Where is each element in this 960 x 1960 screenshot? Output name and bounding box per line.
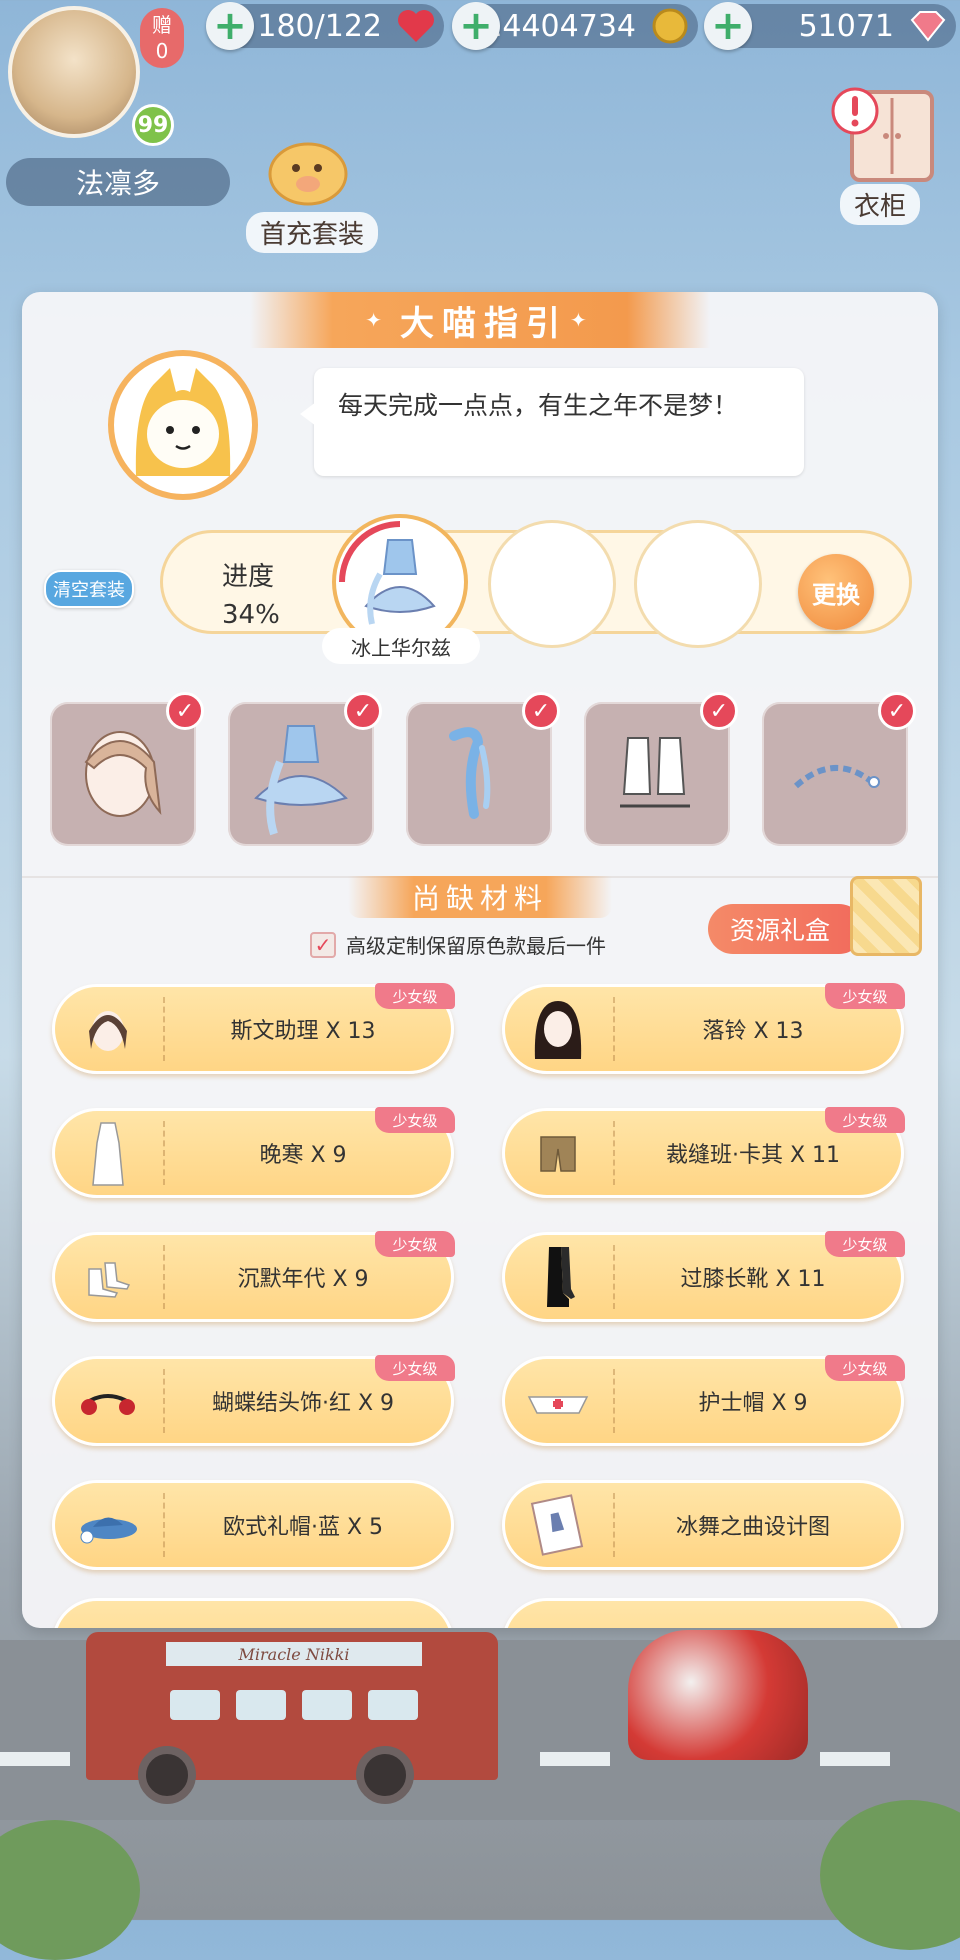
diamond-value: 51071	[798, 8, 894, 44]
gold-value: 14404734	[483, 8, 636, 44]
bus-wheel	[138, 1746, 196, 1804]
suit-slot-empty-1[interactable]	[488, 520, 616, 648]
piece-card-dress[interactable]: ✓	[228, 692, 382, 846]
bush	[820, 1800, 960, 1950]
title-decor-right: ✦	[570, 308, 595, 332]
heart-icon	[398, 10, 434, 42]
lane-marking	[0, 1752, 70, 1766]
rarity-tag: 少女级	[825, 1231, 905, 1257]
hat-icon	[80, 1517, 137, 1544]
rarity-tag: 少女级	[825, 1355, 905, 1381]
nurse-cap-icon	[527, 1396, 589, 1414]
cat-mascot-icon	[135, 368, 231, 476]
bus-window	[170, 1690, 220, 1720]
piece-card-accessory[interactable]: ✓	[762, 692, 916, 846]
material-card[interactable]: 晚寒 X 9 少女级	[52, 1107, 455, 1198]
title-decor-left: ✦	[365, 308, 390, 332]
player-name[interactable]: 法凛多	[6, 158, 230, 206]
add-gold-button[interactable]: +	[452, 2, 500, 50]
bow-headpiece-icon	[81, 1394, 135, 1415]
dialog-title-text: 大喵指引	[400, 303, 568, 344]
ballet-dress-icon	[339, 521, 436, 625]
progress-label: 进度	[222, 562, 275, 592]
rarity-tag: 少女级	[825, 983, 905, 1009]
material-card[interactable]: 沉默年代 X 9 少女级	[52, 1231, 455, 1322]
material-card[interactable]: 冰舞之曲设计图	[502, 1480, 904, 1570]
piece-owned-check: ✓	[166, 692, 204, 730]
resource-gift-button[interactable]: 资源礼盒	[708, 904, 864, 954]
material-label: 冰舞之曲设计图	[675, 1515, 830, 1540]
rarity-tag: 少女级	[825, 1107, 905, 1133]
rarity-tag: 少女级	[375, 1231, 455, 1257]
gift-count-badge[interactable]: 赠 0	[140, 8, 184, 68]
lion-dance-costume	[628, 1630, 808, 1760]
bus-wheel	[356, 1746, 414, 1804]
lane-marking	[540, 1752, 610, 1766]
guide-cat-avatar	[108, 350, 258, 500]
gold-coin-icon	[652, 8, 688, 44]
design-sheet-icon	[530, 1494, 584, 1556]
add-stamina-button[interactable]: +	[206, 2, 254, 50]
dialog-title: ✦ 大喵指引 ✦	[250, 292, 710, 348]
keep-original-checkbox[interactable]: ✓	[310, 932, 336, 958]
piece-owned-check: ✓	[344, 692, 382, 730]
material-card[interactable]: 蝴蝶结头饰·红 X 9 少女级	[52, 1355, 455, 1446]
gold-counter: + 14404734	[452, 2, 698, 50]
material-card[interactable]: 欧式礼帽·蓝 X 5	[52, 1480, 454, 1570]
active-suit-name: 冰上华尔兹	[322, 628, 480, 664]
short-hair-icon	[89, 1011, 127, 1051]
player-avatar[interactable]	[8, 6, 140, 138]
clear-set-button[interactable]: 清空套装	[44, 570, 134, 608]
bus-window	[236, 1690, 286, 1720]
stamina-value: 180/122	[257, 8, 382, 44]
add-diamond-button[interactable]: +	[704, 2, 752, 50]
diamond-icon	[910, 11, 946, 42]
material-card[interactable]: 护士帽 X 9 少女级	[502, 1355, 905, 1446]
piece-card-skates[interactable]: ✓	[584, 692, 738, 846]
rarity-tag: 少女级	[375, 1107, 455, 1133]
bus-window	[302, 1690, 352, 1720]
wardrobe-label[interactable]: 衣柜	[840, 184, 921, 225]
piece-card-scarf[interactable]: ✓	[406, 692, 560, 846]
progress-value: 34%	[222, 600, 280, 630]
material-card-partial[interactable]	[52, 1598, 454, 1628]
material-card[interactable]: 落铃 X 13 少女级	[502, 983, 905, 1074]
piggy-bank-icon[interactable]	[262, 124, 354, 214]
shoes-icon	[88, 1262, 131, 1298]
dress-icon	[92, 1122, 124, 1186]
material-card-partial[interactable]	[502, 1598, 904, 1628]
rarity-tag: 少女级	[375, 983, 455, 1009]
material-label: 欧式礼帽·蓝 X 5	[222, 1515, 384, 1540]
diamond-counter: + 51071	[704, 2, 956, 50]
suit-slot-empty-2[interactable]	[634, 520, 762, 648]
keep-original-label: 高级定制保留原色款最后一件	[346, 934, 606, 958]
gift-count: 0	[155, 39, 169, 63]
material-card[interactable]: 裁缝班·卡其 X 11 少女级	[502, 1107, 905, 1198]
guide-dialog: ✦ 大喵指引 ✦ 每天完成一点点，有生之年不是梦！ 清空套装 进度 34% 冰上…	[22, 292, 938, 1628]
piece-owned-check: ✓	[522, 692, 560, 730]
material-card[interactable]: 过膝长靴 X 11 少女级	[502, 1231, 905, 1322]
bush	[0, 1820, 140, 1960]
stamina-counter: + 180/122	[206, 2, 444, 50]
long-hair-icon	[534, 1001, 582, 1059]
material-card[interactable]: 斯文助理 X 13 少女级	[52, 983, 455, 1074]
lane-marking	[820, 1752, 890, 1766]
missing-materials-title: 尚缺材料	[348, 876, 612, 918]
bus-sign: Miracle Nikki	[166, 1642, 422, 1666]
rarity-tag: 少女级	[375, 1355, 455, 1381]
bus-window	[368, 1690, 418, 1720]
piece-owned-check: ✓	[700, 692, 738, 730]
guide-speech-bubble: 每天完成一点点，有生之年不是梦！	[300, 368, 804, 476]
alert-icon	[831, 87, 879, 135]
swap-suit-button[interactable]: 更换	[798, 554, 874, 630]
boots-icon	[547, 1247, 575, 1307]
player-level-badge: 99	[132, 104, 174, 146]
first-recharge-label[interactable]: 首充套装	[246, 212, 379, 253]
gift-box-icon[interactable]	[850, 876, 922, 956]
pants-icon	[540, 1136, 576, 1172]
piece-owned-check: ✓	[878, 692, 916, 730]
piece-card-hair[interactable]: ✓	[50, 692, 204, 846]
